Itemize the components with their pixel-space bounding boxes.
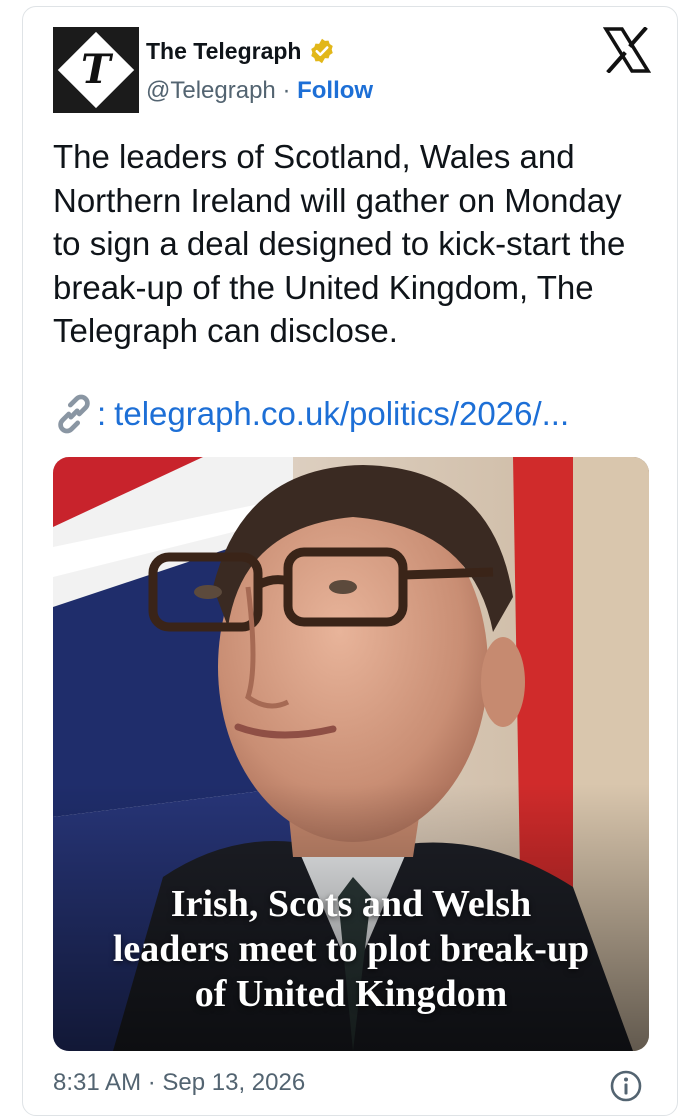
x-logo-icon[interactable] [603, 27, 651, 73]
article-headline: Irish, Scots and Welsh leaders meet to p… [53, 882, 649, 1017]
verified-badge-icon [310, 38, 333, 64]
follow-button[interactable]: Follow [297, 77, 373, 104]
name-row: The Telegraph [146, 37, 336, 65]
handle-separator: · [275, 77, 298, 104]
logo-letter: T [81, 45, 111, 93]
telegraph-logo-avatar[interactable]: T [53, 27, 139, 113]
logo-diamond: T [57, 31, 135, 109]
tweet-card: T The Telegraph @Telegraph · Follow The … [22, 6, 678, 1116]
link-icon [58, 394, 90, 434]
headline-line-2: leaders meet to plot break-up [112, 928, 590, 970]
tweet-text: The leaders of Scotland, Wales and North… [53, 138, 626, 349]
link-row[interactable]: : telegraph.co.uk/politics/2026/... [53, 393, 569, 435]
tweet-timestamp[interactable]: 8:31 AM · Sep 13, 2026 [53, 1069, 305, 1097]
article-image[interactable]: Irish, Scots and Welsh leaders meet to p… [53, 457, 649, 1051]
headline-line-1: Irish, Scots and Welsh [170, 883, 532, 925]
display-name[interactable]: The Telegraph [146, 38, 302, 65]
handle-row: @Telegraph · Follow [146, 77, 373, 105]
info-icon[interactable] [609, 1069, 643, 1103]
handle[interactable]: @Telegraph [146, 77, 276, 104]
link-prefix: : [97, 395, 107, 432]
headline-line-3: of United Kingdom [194, 973, 508, 1015]
article-link[interactable]: telegraph.co.uk/politics/2026/... [114, 395, 569, 433]
